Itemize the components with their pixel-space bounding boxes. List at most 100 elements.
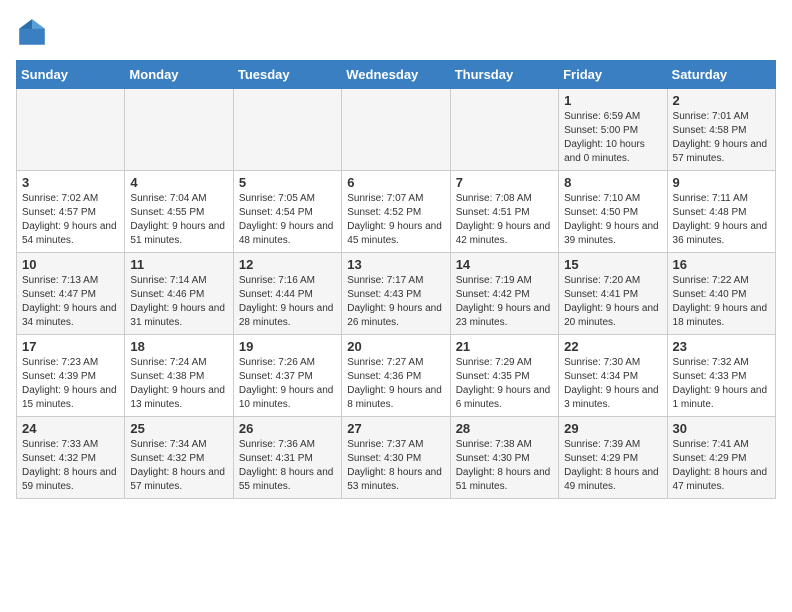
day-content: Sunrise: 6:59 AM Sunset: 5:00 PM Dayligh… — [564, 110, 661, 166]
calendar-cell: 4 Sunrise: 7:04 AM Sunset: 4:55 PM Daylig… — [125, 171, 233, 253]
calendar-body: 1Sunrise: 6:59 AM Sunset: 5:00 PM Daylig… — [17, 89, 776, 499]
calendar-cell — [125, 89, 233, 171]
calendar-cell: 19 Sunrise: 7:26 AM Sunset: 4:37 PM Dayli… — [233, 335, 341, 417]
day-content: Sunrise: 7:38 AM Sunset: 4:30 PM Dayligh… — [456, 438, 553, 494]
calendar-header: Sunday Monday Tuesday Wednesday Thursday… — [17, 61, 776, 89]
calendar-cell: 26Sunrise: 7:36 AM Sunset: 4:31 PM Dayli… — [233, 417, 341, 499]
calendar-cell: 3 Sunrise: 7:02 AM Sunset: 4:57 PM Daylig… — [17, 171, 125, 253]
calendar-cell: 6 Sunrise: 7:07 AM Sunset: 4:52 PM Daylig… — [342, 171, 450, 253]
day-number: 24 — [22, 421, 119, 436]
calendar-cell: 2 Sunrise: 7:01 AM Sunset: 4:58 PM Daylig… — [667, 89, 775, 171]
calendar-table: Sunday Monday Tuesday Wednesday Thursday… — [16, 60, 776, 499]
day-content: Sunrise: 7:05 AM Sunset: 4:54 PM Dayligh… — [239, 192, 336, 248]
calendar-cell: 21 Sunrise: 7:29 AM Sunset: 4:35 PM Dayli… — [450, 335, 558, 417]
day-number: 25 — [130, 421, 227, 436]
day-content: Sunrise: 7:39 AM Sunset: 4:29 PM Dayligh… — [564, 438, 661, 494]
day-number: 13 — [347, 257, 444, 272]
header-row: Sunday Monday Tuesday Wednesday Thursday… — [17, 61, 776, 89]
calendar-cell: 11 Sunrise: 7:14 AM Sunset: 4:46 PM Dayli… — [125, 253, 233, 335]
calendar-cell: 16Sunrise: 7:22 AM Sunset: 4:40 PM Dayli… — [667, 253, 775, 335]
day-number: 12 — [239, 257, 336, 272]
day-number: 9 — [673, 175, 770, 190]
day-number: 20 — [347, 339, 444, 354]
day-number: 17 — [22, 339, 119, 354]
calendar-cell: 15Sunrise: 7:20 AM Sunset: 4:41 PM Dayli… — [559, 253, 667, 335]
col-saturday: Saturday — [667, 61, 775, 89]
day-content: Sunrise: 7:34 AM Sunset: 4:32 PM Dayligh… — [130, 438, 227, 494]
calendar-cell: 27 Sunrise: 7:37 AM Sunset: 4:30 PM Dayli… — [342, 417, 450, 499]
calendar-cell: 14Sunrise: 7:19 AM Sunset: 4:42 PM Dayli… — [450, 253, 558, 335]
calendar-cell: 23 Sunrise: 7:32 AM Sunset: 4:33 PM Dayli… — [667, 335, 775, 417]
day-number: 29 — [564, 421, 661, 436]
calendar-cell: 18 Sunrise: 7:24 AM Sunset: 4:38 PM Dayli… — [125, 335, 233, 417]
day-number: 21 — [456, 339, 553, 354]
day-content: Sunrise: 7:07 AM Sunset: 4:52 PM Dayligh… — [347, 192, 444, 248]
day-content: Sunrise: 7:33 AM Sunset: 4:32 PM Dayligh… — [22, 438, 119, 494]
day-number: 27 — [347, 421, 444, 436]
day-content: Sunrise: 7:04 AM Sunset: 4:55 PM Dayligh… — [130, 192, 227, 248]
day-number: 3 — [22, 175, 119, 190]
day-content: Sunrise: 7:36 AM Sunset: 4:31 PM Dayligh… — [239, 438, 336, 494]
day-number: 14 — [456, 257, 553, 272]
day-content: Sunrise: 7:14 AM Sunset: 4:46 PM Dayligh… — [130, 274, 227, 330]
calendar-week-2: 10Sunrise: 7:13 AM Sunset: 4:47 PM Dayli… — [17, 253, 776, 335]
calendar-cell — [450, 89, 558, 171]
calendar-cell: 12 Sunrise: 7:16 AM Sunset: 4:44 PM Dayli… — [233, 253, 341, 335]
calendar-cell: 20 Sunrise: 7:27 AM Sunset: 4:36 PM Dayli… — [342, 335, 450, 417]
calendar-cell: 8 Sunrise: 7:10 AM Sunset: 4:50 PM Daylig… — [559, 171, 667, 253]
day-number: 30 — [673, 421, 770, 436]
day-content: Sunrise: 7:22 AM Sunset: 4:40 PM Dayligh… — [673, 274, 770, 330]
day-content: Sunrise: 7:26 AM Sunset: 4:37 PM Dayligh… — [239, 356, 336, 412]
col-sunday: Sunday — [17, 61, 125, 89]
calendar-cell: 28 Sunrise: 7:38 AM Sunset: 4:30 PM Dayli… — [450, 417, 558, 499]
day-content: Sunrise: 7:30 AM Sunset: 4:34 PM Dayligh… — [564, 356, 661, 412]
calendar-week-4: 24 Sunrise: 7:33 AM Sunset: 4:32 PM Dayli… — [17, 417, 776, 499]
day-content: Sunrise: 7:10 AM Sunset: 4:50 PM Dayligh… — [564, 192, 661, 248]
day-number: 5 — [239, 175, 336, 190]
calendar-cell: 29 Sunrise: 7:39 AM Sunset: 4:29 PM Dayli… — [559, 417, 667, 499]
calendar-cell: 22 Sunrise: 7:30 AM Sunset: 4:34 PM Dayli… — [559, 335, 667, 417]
calendar-cell: 30Sunrise: 7:41 AM Sunset: 4:29 PM Dayli… — [667, 417, 775, 499]
day-content: Sunrise: 7:20 AM Sunset: 4:41 PM Dayligh… — [564, 274, 661, 330]
calendar-cell: 7 Sunrise: 7:08 AM Sunset: 4:51 PM Daylig… — [450, 171, 558, 253]
day-number: 23 — [673, 339, 770, 354]
logo-icon — [16, 16, 48, 48]
calendar-week-3: 17 Sunrise: 7:23 AM Sunset: 4:39 PM Dayli… — [17, 335, 776, 417]
day-number: 7 — [456, 175, 553, 190]
col-monday: Monday — [125, 61, 233, 89]
day-content: Sunrise: 7:32 AM Sunset: 4:33 PM Dayligh… — [673, 356, 770, 412]
day-content: Sunrise: 7:27 AM Sunset: 4:36 PM Dayligh… — [347, 356, 444, 412]
day-content: Sunrise: 7:23 AM Sunset: 4:39 PM Dayligh… — [22, 356, 119, 412]
page-header — [16, 16, 776, 48]
col-friday: Friday — [559, 61, 667, 89]
calendar-cell: 5 Sunrise: 7:05 AM Sunset: 4:54 PM Daylig… — [233, 171, 341, 253]
calendar-cell: 24 Sunrise: 7:33 AM Sunset: 4:32 PM Dayli… — [17, 417, 125, 499]
day-number: 22 — [564, 339, 661, 354]
calendar-cell — [342, 89, 450, 171]
day-content: Sunrise: 7:29 AM Sunset: 4:35 PM Dayligh… — [456, 356, 553, 412]
day-content: Sunrise: 7:13 AM Sunset: 4:47 PM Dayligh… — [22, 274, 119, 330]
day-number: 11 — [130, 257, 227, 272]
day-content: Sunrise: 7:01 AM Sunset: 4:58 PM Dayligh… — [673, 110, 770, 166]
day-content: Sunrise: 7:08 AM Sunset: 4:51 PM Dayligh… — [456, 192, 553, 248]
day-content: Sunrise: 7:16 AM Sunset: 4:44 PM Dayligh… — [239, 274, 336, 330]
day-number: 28 — [456, 421, 553, 436]
day-content: Sunrise: 7:24 AM Sunset: 4:38 PM Dayligh… — [130, 356, 227, 412]
day-number: 18 — [130, 339, 227, 354]
day-number: 19 — [239, 339, 336, 354]
day-content: Sunrise: 7:17 AM Sunset: 4:43 PM Dayligh… — [347, 274, 444, 330]
calendar-cell: 13 Sunrise: 7:17 AM Sunset: 4:43 PM Dayli… — [342, 253, 450, 335]
day-content: Sunrise: 7:37 AM Sunset: 4:30 PM Dayligh… — [347, 438, 444, 494]
day-number: 2 — [673, 93, 770, 108]
col-wednesday: Wednesday — [342, 61, 450, 89]
day-content: Sunrise: 7:02 AM Sunset: 4:57 PM Dayligh… — [22, 192, 119, 248]
day-number: 8 — [564, 175, 661, 190]
calendar-cell: 25 Sunrise: 7:34 AM Sunset: 4:32 PM Dayli… — [125, 417, 233, 499]
col-thursday: Thursday — [450, 61, 558, 89]
day-number: 4 — [130, 175, 227, 190]
col-tuesday: Tuesday — [233, 61, 341, 89]
day-number: 6 — [347, 175, 444, 190]
calendar-cell: 1Sunrise: 6:59 AM Sunset: 5:00 PM Daylig… — [559, 89, 667, 171]
calendar-cell: 9Sunrise: 7:11 AM Sunset: 4:48 PM Daylig… — [667, 171, 775, 253]
calendar-cell — [233, 89, 341, 171]
